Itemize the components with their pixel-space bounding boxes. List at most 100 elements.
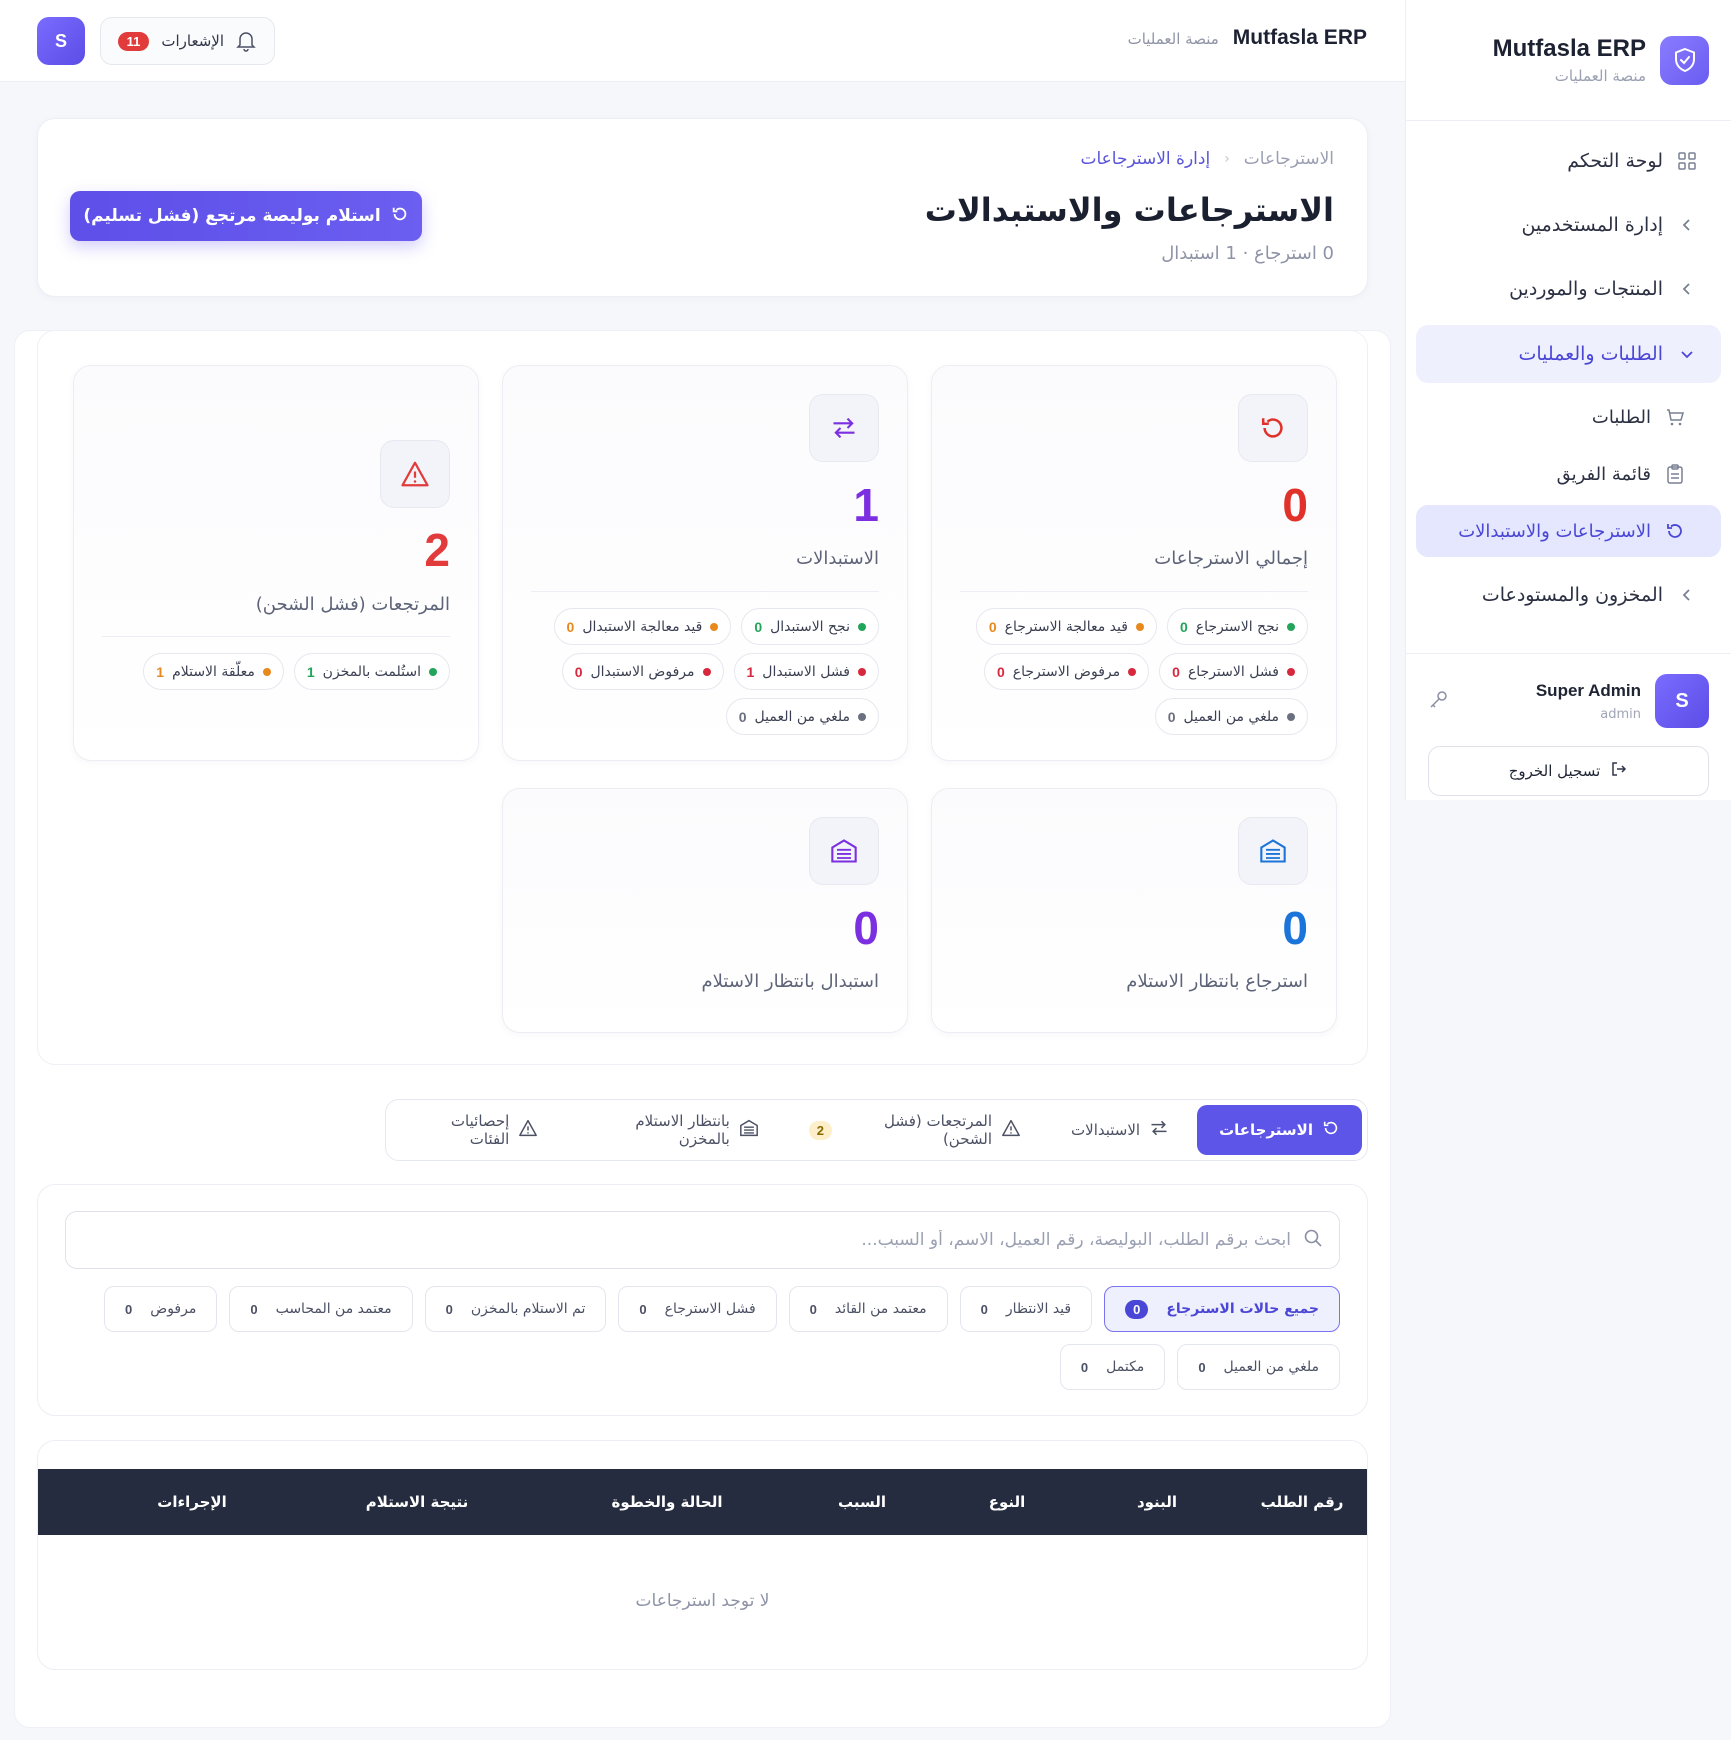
chip-exchange-failed: فشل الاستبدال 1 <box>733 653 879 690</box>
warehouse-icon <box>1238 817 1308 885</box>
swap-icon <box>1149 1118 1169 1142</box>
filter-customer-cancelled[interactable]: ملغي من العميل 0 <box>1177 1344 1340 1390</box>
chevron-left-icon <box>1675 282 1699 296</box>
avatar: S <box>1655 674 1709 728</box>
tab-returns[interactable]: الاسترجاعات <box>1197 1105 1362 1155</box>
notifications-badge: 11 <box>117 31 150 51</box>
rotate-icon <box>1322 1119 1340 1141</box>
divider <box>960 591 1308 592</box>
chip-return-rejected: مرفوض الاسترجاع 0 <box>983 653 1150 690</box>
filter-accountant-approved[interactable]: معتمد من المحاسب 0 <box>229 1286 413 1332</box>
status-filters: جميع حالات الاسترجاع 0 قيد الانتظار 0 معتم… <box>65 1286 1340 1390</box>
stat-label: استبدال بانتظار الاستلام <box>701 971 879 992</box>
filter-card: جميع حالات الاسترجاع0 قيد الانتظار0 معتم… <box>37 1184 1368 1416</box>
logout-label: تسجيل الخروج <box>1508 762 1601 780</box>
chip-exchange-success: نجح الاستبدال 0 <box>741 608 879 645</box>
chip-return-success: نجح الاسترجاع 0 <box>1166 608 1308 645</box>
breadcrumb-item[interactable]: الاسترجاعات <box>1244 149 1334 169</box>
breadcrumb: الاسترجاعات ‹ إدارة الاسترجاعات <box>1080 149 1334 169</box>
topbar-brand-sub: منصة العمليات <box>1127 30 1219 48</box>
stat-label: إجمالي الاسترجاعات <box>1154 548 1308 569</box>
column-header[interactable]: نتيجة الاستلام <box>287 1493 547 1511</box>
stat-card-failed-shipments: 2 المرتجعات (فشل الشحن) استُلمت بالمخزن 1… <box>73 365 479 761</box>
tab-exchanges[interactable]: الاستبدالات <box>1049 1105 1191 1155</box>
filter-leader-approved[interactable]: معتمد من القائد 0 <box>788 1286 948 1332</box>
sidebar-item-label: الطلبات <box>1591 406 1651 428</box>
tab-label: المرتجعات (فشل الشحن) <box>884 1112 993 1148</box>
sidebar-item-inventory[interactable]: المخزون والمستودعات <box>1416 567 1721 623</box>
tab-category-stats[interactable]: إحصائيات الفئات <box>391 1105 560 1155</box>
logout-button[interactable]: تسجيل الخروج <box>1428 746 1709 796</box>
sidebar-item-orders[interactable]: الطلبات <box>1416 391 1721 443</box>
receive-return-label: استلام بوليصة مرتجع (فشل تسليم) <box>83 206 381 226</box>
chip-exchange-rejected: مرفوض الاستبدال 0 <box>561 653 724 690</box>
chip-pending-receipt: معلّقة الاستلام 1 <box>143 653 284 690</box>
column-header[interactable]: رقم الطلب <box>1237 1493 1367 1511</box>
filter-completed[interactable]: مكتمل 0 <box>1059 1344 1166 1390</box>
page-subtitle: 0 استرجاع · 1 استبدال <box>1161 243 1334 264</box>
breadcrumb-item-current: إدارة الاسترجاعات <box>1080 149 1211 169</box>
stat-value: 2 <box>424 524 450 576</box>
rotate-icon <box>391 205 409 228</box>
receive-return-button[interactable]: استلام بوليصة مرتجع (فشل تسليم) <box>70 191 422 241</box>
stat-card-pending-return: 0 استرجاع بانتظار الاستلام <box>931 788 1337 1033</box>
topbar: Mutfasla ERP منصة العمليات الإشعارات 11 … <box>0 0 1405 82</box>
sidebar-item-returns[interactable]: الاسترجاعات والاستبدالات <box>1416 505 1721 557</box>
user-name: Super Admin <box>1535 680 1641 700</box>
sidebar-item-label: الاسترجاعات والاستبدالات <box>1458 520 1651 542</box>
brand-subtitle: منصة العمليات <box>1554 67 1646 85</box>
sidebar-item-orders-group[interactable]: الطلبات والعمليات <box>1416 325 1721 383</box>
sidebar-user: S Super Admin admin <box>1406 653 1731 740</box>
column-header[interactable]: البنود <box>1077 1493 1237 1511</box>
sidebar: Mutfasla ERP منصة العمليات لوحة التحكم إ… <box>1405 0 1731 800</box>
divider <box>531 591 879 592</box>
brand-name: Mutfasla ERP <box>1492 35 1646 62</box>
stats-section: 0 إجمالي الاسترجاعات نجح الاسترجاع 0 قيد … <box>37 330 1368 1065</box>
page-header: الاسترجاعات ‹ إدارة الاسترجاعات الاسترجا… <box>37 118 1368 297</box>
cart-icon <box>1663 407 1687 427</box>
sidebar-item-label: المنتجات والموردين <box>1509 278 1663 300</box>
column-header[interactable]: الإجراءات <box>97 1493 287 1511</box>
shield-icon <box>1660 35 1709 85</box>
filter-all-statuses[interactable]: جميع حالات الاسترجاع 0 <box>1104 1286 1340 1332</box>
sidebar-item-dashboard[interactable]: لوحة التحكم <box>1416 133 1721 189</box>
avatar[interactable]: S <box>37 17 85 65</box>
filter-rejected[interactable]: مرفوض 0 <box>104 1286 218 1332</box>
chevron-left-icon <box>1675 588 1699 602</box>
column-header[interactable]: النوع <box>937 1493 1077 1511</box>
stat-label: المرتجعات (فشل الشحن) <box>255 594 450 615</box>
filter-warehouse-received[interactable]: تم الاستلام بالمخزن 0 <box>424 1286 607 1332</box>
stat-value: 0 <box>1282 902 1308 954</box>
stat-chips: نجح الاسترجاع 0 قيد معالجة الاسترجاع 0 فشل… <box>946 608 1308 735</box>
rotate-icon <box>1238 394 1308 462</box>
topbar-brand-name: Mutfasla ERP <box>1232 26 1367 49</box>
warning-icon <box>518 1119 538 1141</box>
tab-label: الاسترجاعات <box>1219 1121 1313 1139</box>
filter-pending[interactable]: قيد الانتظار 0 <box>959 1286 1093 1332</box>
warehouse-icon <box>809 817 879 885</box>
sidebar-item-label: قائمة الفريق <box>1556 463 1651 485</box>
tab-label: إحصائيات الفئات <box>450 1112 510 1148</box>
topbar-brand: Mutfasla ERP منصة العمليات <box>1128 26 1367 50</box>
chevron-left-icon: ‹ <box>1224 151 1230 167</box>
column-header[interactable]: الحالة والخطوة <box>547 1493 787 1511</box>
sidebar-item-label: إدارة المستخدمين <box>1521 214 1663 236</box>
tab-label: بانتظار الاستلام بالمخزن <box>635 1112 730 1148</box>
chevron-down-icon <box>1675 347 1699 361</box>
sidebar-item-users[interactable]: إدارة المستخدمين <box>1416 197 1721 253</box>
search-input[interactable] <box>82 1230 1291 1250</box>
stat-label: الاستبدالات <box>796 548 879 569</box>
tab-failed-shipments[interactable]: المرتجعات (فشل الشحن) 2 <box>787 1105 1043 1155</box>
column-header[interactable]: السبب <box>787 1493 937 1511</box>
key-icon[interactable] <box>1428 688 1450 714</box>
notifications-button[interactable]: الإشعارات 11 <box>100 17 275 65</box>
search-icon <box>1303 1228 1323 1252</box>
notifications-label: الإشعارات <box>161 32 224 50</box>
sidebar-item-label: لوحة التحكم <box>1567 150 1663 172</box>
sidebar-nav: لوحة التحكم إدارة المستخدمين المنتجات وا… <box>1406 121 1731 643</box>
bell-icon <box>236 30 256 52</box>
tab-pending-warehouse[interactable]: بانتظار الاستلام بالمخزن <box>566 1105 780 1155</box>
sidebar-item-team-list[interactable]: قائمة الفريق <box>1416 448 1721 500</box>
sidebar-item-products[interactable]: المنتجات والموردين <box>1416 261 1721 317</box>
filter-return-failed[interactable]: فشل الاسترجاع 0 <box>618 1286 777 1332</box>
